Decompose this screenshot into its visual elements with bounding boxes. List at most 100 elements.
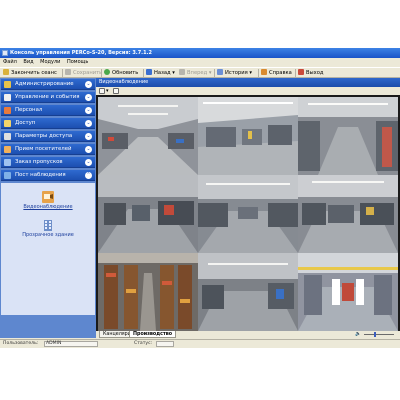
access-params-icon (4, 133, 11, 140)
sidebar-item-access-params[interactable]: Параметры доступа ⌄ (1, 131, 95, 142)
refresh-button[interactable]: Обновить (104, 68, 138, 78)
sidebar-item-passes[interactable]: Заказ пропусков ⌄ (1, 157, 95, 168)
user-value: ADMIN (46, 341, 62, 346)
menu-view[interactable]: Вид (23, 58, 33, 67)
key-icon (3, 69, 9, 75)
toolbar-separator (143, 69, 144, 77)
toolbar-separator (295, 69, 296, 77)
camera-view[interactable] (98, 175, 198, 253)
chevron-down-icon[interactable]: ⌄ (85, 81, 92, 88)
sidebar-item-label: Заказ пропусков (15, 159, 63, 165)
sidebar-item-label: Пост наблюдения (15, 172, 66, 178)
monitoring-icon (4, 172, 11, 179)
monitoring-panel: Видеонаблюдение Прозрачное здание (1, 183, 95, 315)
help-icon (261, 69, 267, 75)
video-grid (96, 95, 400, 331)
camera-image (298, 97, 398, 175)
back-arrow-icon (146, 69, 152, 75)
sidebar-item-access[interactable]: Доступ ⌄ (1, 118, 95, 129)
sidebar-item-label: Параметры доступа (15, 133, 73, 139)
chevron-down-icon[interactable]: ⌄ (85, 146, 92, 153)
sidebar-item-label: Персонал (15, 107, 43, 113)
end-session-button[interactable]: Закончить сеанс (3, 68, 57, 78)
video-panel-header: Видеонаблюдение (96, 78, 400, 87)
transparent-building-icon (44, 220, 52, 231)
forward-arrow-icon (179, 69, 185, 75)
menu-bar: Файл Вид Модули Помощь (0, 58, 400, 67)
exit-button[interactable]: Выход (298, 68, 324, 78)
toolbar-separator (214, 69, 215, 77)
help-button[interactable]: Справка (261, 68, 292, 78)
camera-view[interactable] (298, 253, 398, 331)
refresh-icon (104, 69, 110, 75)
volume-slider[interactable] (364, 334, 394, 335)
chevron-down-icon[interactable]: ⌄ (85, 159, 92, 166)
toolbar: Закончить сеанс Сохранить Обновить Назад… (0, 67, 400, 78)
end-session-label: Закончить сеанс (11, 70, 57, 76)
passes-icon (4, 159, 11, 166)
title-bar[interactable]: Консоль управления PERCo-S-20, Версия: 3… (0, 48, 400, 58)
sidebar-item-staff[interactable]: Персонал ⌄ (1, 105, 95, 116)
exit-label: Выход (306, 70, 324, 76)
back-label: Назад (154, 70, 171, 76)
sidebar-item-administration[interactable]: Администрирование ⌄ (1, 79, 95, 90)
sidebar-item-label: Прием посетителей (15, 146, 72, 152)
menu-file[interactable]: Файл (3, 58, 17, 67)
sidebar-item-monitoring[interactable]: Пост наблюдения ⌃ (1, 170, 95, 181)
window-title: Консоль управления PERCo-S-20, Версия: 3… (10, 50, 152, 56)
menu-help[interactable]: Помощь (67, 58, 88, 67)
app-icon (2, 50, 8, 56)
chevron-down-icon[interactable]: ▾ (106, 87, 109, 95)
camera-view[interactable] (98, 97, 198, 175)
help-label: Справка (269, 70, 292, 76)
camera-image (198, 97, 298, 175)
camera-image (98, 175, 198, 253)
save-icon (65, 69, 71, 75)
settings-icon[interactable] (99, 88, 105, 94)
sidebar-item-visitors[interactable]: Прием посетителей ⌄ (1, 144, 95, 155)
refresh-label: Обновить (112, 70, 139, 76)
chevron-down-icon: ▾ (207, 70, 212, 76)
video-surveillance-link[interactable]: Видеонаблюдение (11, 191, 85, 210)
history-button[interactable]: История ▾ (217, 68, 252, 78)
camera-image (198, 175, 298, 253)
sidebar: Администрирование ⌄ Управление и события… (0, 78, 96, 338)
chevron-down-icon[interactable]: ⌄ (85, 133, 92, 140)
access-icon (4, 120, 11, 127)
sidebar-item-events[interactable]: Управление и события ⌄ (1, 92, 95, 103)
staff-icon (4, 107, 11, 114)
camera-view[interactable] (98, 253, 198, 331)
back-button[interactable]: Назад ▾ (146, 68, 175, 78)
camera-view[interactable] (298, 97, 398, 175)
visitors-icon (4, 146, 11, 153)
exit-icon (298, 69, 304, 75)
camera-view[interactable] (198, 97, 298, 175)
camera-view[interactable] (198, 175, 298, 253)
camera-view[interactable] (198, 253, 298, 331)
volume-slider-thumb[interactable] (374, 332, 376, 337)
chevron-down-icon[interactable]: ⌄ (85, 94, 92, 101)
history-label: История (225, 70, 248, 76)
forward-button[interactable]: Вперед ▾ (179, 68, 211, 78)
app-window: Консоль управления PERCo-S-20, Версия: 3… (0, 48, 400, 348)
status-label: Статус: (134, 341, 153, 346)
chevron-down-icon[interactable]: ⌄ (85, 120, 92, 127)
history-icon (217, 69, 223, 75)
video-panel: Видеонаблюдение ▾ Канцелярия Производств… (96, 78, 400, 338)
transparent-building-link[interactable]: Прозрачное здание (11, 219, 85, 238)
camera-image (98, 97, 198, 175)
save-button[interactable]: Сохранить (65, 68, 102, 78)
camera-view[interactable] (298, 175, 398, 253)
user-label: Пользователь: (3, 341, 39, 346)
camera-image (298, 253, 398, 331)
chevron-down-icon[interactable]: ⌄ (85, 107, 92, 114)
print-icon[interactable] (113, 88, 119, 94)
events-icon (4, 94, 11, 101)
menu-modules[interactable]: Модули (40, 58, 60, 67)
camera-group-tabs: Канцелярия Производство 🔈 (96, 331, 400, 338)
tab-production[interactable]: Производство (129, 331, 177, 338)
chevron-down-icon: ▾ (247, 70, 252, 76)
save-label: Сохранить (73, 70, 103, 76)
camera-image (198, 253, 298, 331)
chevron-up-icon[interactable]: ⌃ (85, 172, 92, 179)
